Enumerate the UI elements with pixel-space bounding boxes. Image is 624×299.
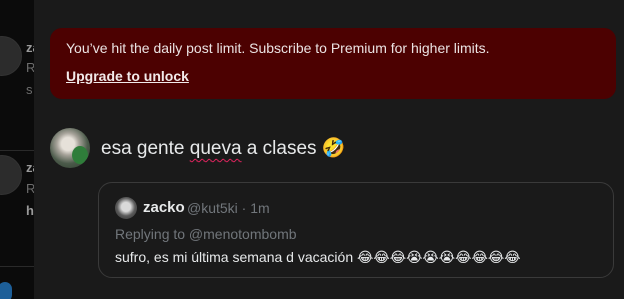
background-avatar <box>0 36 22 76</box>
quoted-handle-time: @kut5ki · 1m <box>187 200 270 216</box>
post-limit-banner: You’ve hit the daily post limit. Subscri… <box>50 28 616 99</box>
misspelled-word[interactable]: queva <box>190 138 242 159</box>
post-text-editor[interactable]: esa gente queva a clases 🤣 <box>101 136 345 160</box>
background-text: s <box>26 82 33 97</box>
background-button <box>0 282 12 299</box>
background-text: R <box>26 60 34 75</box>
quoted-post[interactable]: zacko @kut5ki · 1m Replying to @menotomb… <box>98 182 614 278</box>
background-avatar <box>0 155 22 195</box>
background-username: za <box>26 160 34 175</box>
quoted-body: sufro, es mi última semana d vacación 😂😂… <box>115 249 521 265</box>
background-divider <box>0 266 34 267</box>
replying-to-label: Replying to @menotombomb <box>115 226 297 242</box>
upgrade-link[interactable]: Upgrade to unlock <box>66 68 189 84</box>
background-timeline: za R s za R h <box>0 0 34 299</box>
rofl-emoji: 🤣 <box>321 137 346 159</box>
post-text: esa gente <box>101 138 190 159</box>
post-text: a clases <box>241 138 322 159</box>
quoted-avatar <box>115 197 137 219</box>
quoted-display-name: zacko <box>143 199 185 216</box>
background-username: za <box>26 40 34 55</box>
background-text: R <box>26 181 34 196</box>
background-divider <box>0 150 34 151</box>
post-limit-message: You’ve hit the daily post limit. Subscri… <box>66 40 490 56</box>
background-text: h <box>26 203 34 218</box>
compose-modal: You’ve hit the daily post limit. Subscri… <box>34 0 624 299</box>
avatar[interactable] <box>50 128 90 168</box>
